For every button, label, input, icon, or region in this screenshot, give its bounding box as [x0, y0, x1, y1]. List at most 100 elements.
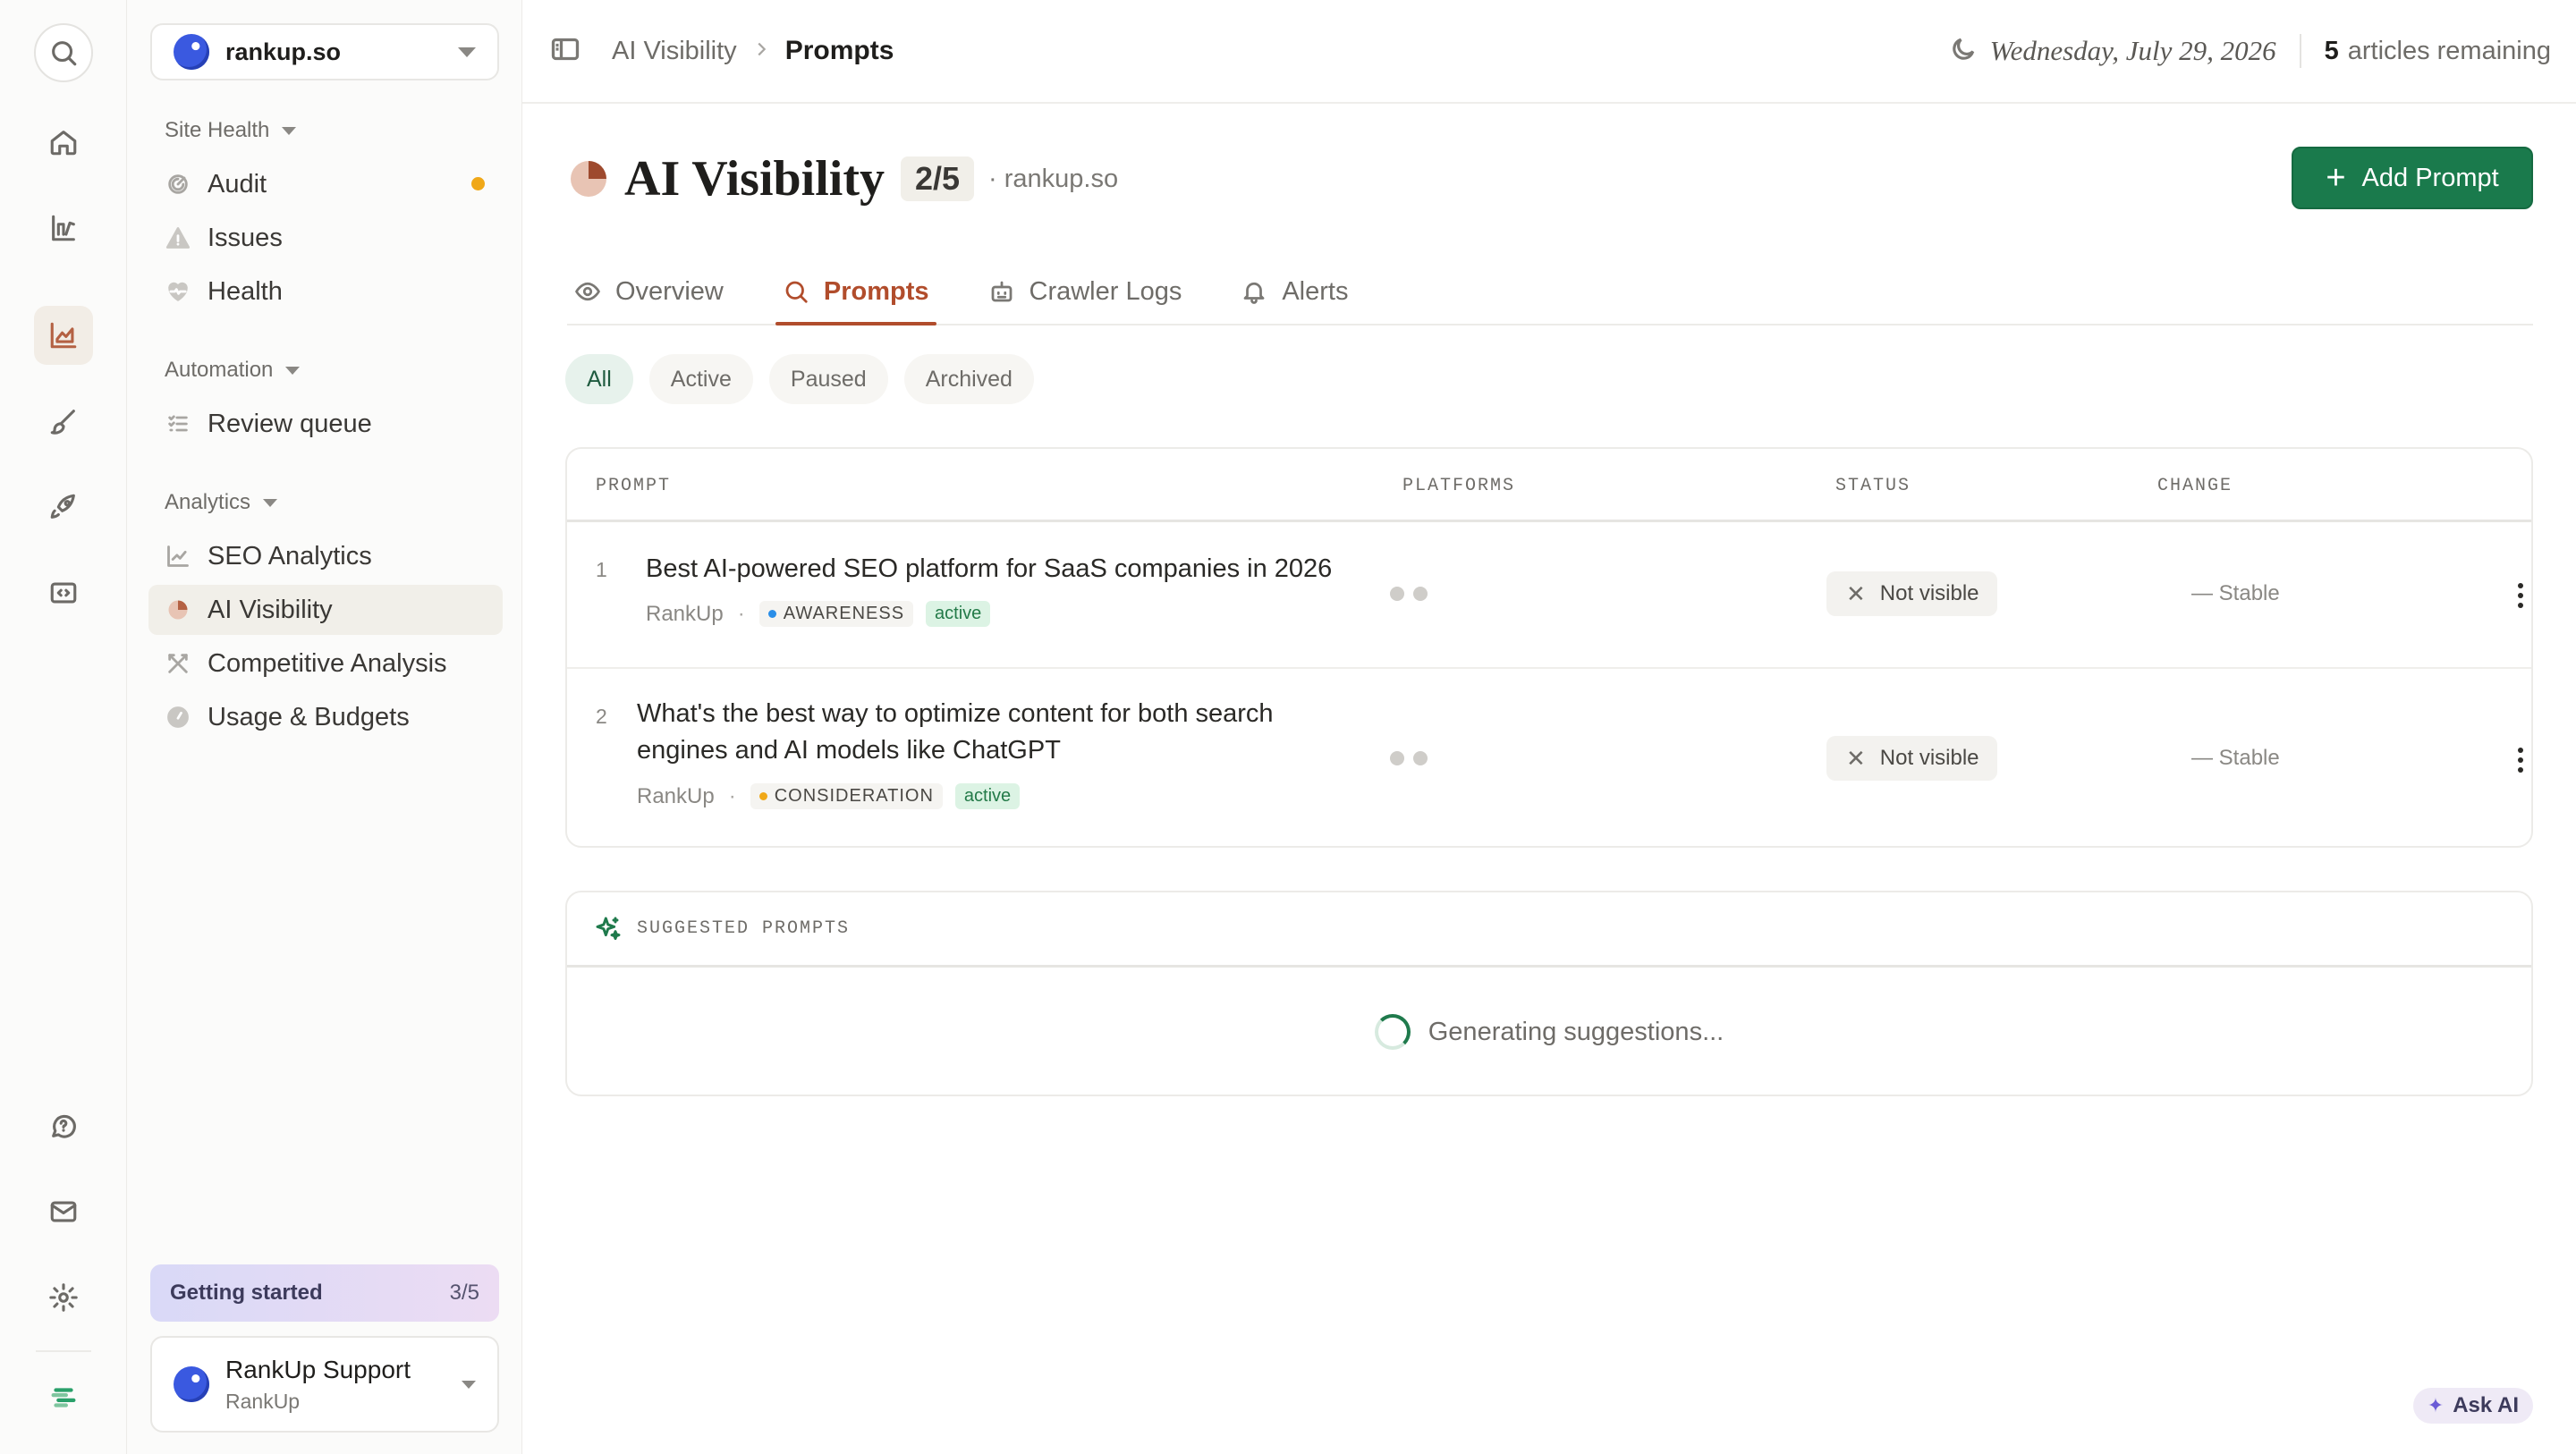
rail-editor-button[interactable]	[34, 392, 93, 451]
brush-icon	[50, 410, 75, 435]
separator: ·	[728, 783, 736, 808]
brand-logo[interactable]	[34, 1368, 93, 1427]
prompts-table: PROMPT PLATFORMS STATUS CHANGE 1 Best AI…	[565, 447, 2533, 848]
prompt-meta: RankUp · CONSIDERATION active	[637, 783, 1021, 809]
funnel-stage-badge: AWARENESS	[758, 601, 914, 627]
add-prompt-button[interactable]: + Add Prompt	[2292, 147, 2533, 209]
sidebar-item-issues[interactable]: Issues	[148, 213, 503, 263]
page-domain: · rankup.so	[988, 164, 1119, 193]
current-date: Wednesday, July 29, 2026	[1989, 35, 2276, 66]
sparkles-icon	[596, 917, 621, 940]
loading-text: Generating suggestions...	[1428, 1017, 1724, 1046]
tab-crawler-logs[interactable]: Crawler Logs	[981, 259, 1190, 324]
group-label: Site Health	[165, 118, 270, 142]
tab-label: Prompts	[823, 276, 929, 306]
getting-started-progress: 3/5	[449, 1281, 479, 1305]
topbar-right: Wednesday, July 29, 2026 5 articles remai…	[1949, 34, 2551, 68]
filter-all[interactable]: All	[565, 354, 633, 404]
table-row[interactable]: 2 What's the best way to optimize conten…	[567, 667, 2531, 846]
sidebar-item-review-queue[interactable]: Review queue	[148, 399, 503, 449]
group-automation-toggle[interactable]: Automation	[165, 358, 301, 383]
chevron-down-icon	[282, 126, 297, 135]
tab-alerts[interactable]: Alerts	[1233, 259, 1355, 324]
group-analytics-toggle[interactable]: Analytics	[165, 490, 278, 515]
main-content: AI Visibility Prompts Wednesday, July 29…	[522, 0, 2576, 1454]
platform-dot	[1390, 751, 1404, 765]
status-filter: All Active Paused Archived	[565, 354, 1050, 404]
table-row[interactable]: 1 Best AI-powered SEO platform for SaaS …	[567, 524, 2531, 667]
sidebar-item-audit[interactable]: Audit	[148, 159, 503, 209]
sidebar-item-ai-visibility[interactable]: AI Visibility	[148, 585, 503, 635]
bell-icon	[1243, 282, 1265, 304]
gear-icon	[49, 1283, 78, 1312]
sidebar-item-seo-analytics[interactable]: SEO Analytics	[148, 531, 503, 581]
group-label: Automation	[165, 358, 274, 382]
getting-started-button[interactable]: Getting started 3/5	[150, 1264, 499, 1322]
code-window-icon	[50, 582, 77, 604]
moon-icon	[1949, 35, 1978, 68]
row-number: 2	[596, 705, 607, 728]
breadcrumb-ai-visibility[interactable]: AI Visibility	[612, 37, 737, 66]
sparkle-icon: ✦	[2427, 1394, 2445, 1416]
filter-archived[interactable]: Archived	[903, 354, 1034, 404]
suggested-prompts-header: SUGGESTED PROMPTS	[567, 892, 2531, 968]
rail-embed-button[interactable]	[34, 563, 93, 622]
toggle-sidebar-button[interactable]	[549, 33, 581, 70]
sidebar-item-health[interactable]: Health	[148, 266, 503, 317]
sidebar-item-competitive-analysis[interactable]: Competitive Analysis	[148, 638, 503, 689]
rail-mail-button[interactable]	[34, 1182, 93, 1241]
account-avatar	[174, 1366, 209, 1402]
account-switcher[interactable]: RankUp Support RankUp	[150, 1336, 499, 1433]
column-header-change[interactable]: CHANGE	[2157, 476, 2233, 496]
column-header-prompt[interactable]: PROMPT	[596, 476, 671, 496]
sidebar-item-label: Competitive Analysis	[208, 648, 447, 678]
sidebar-item-label: Usage & Budgets	[208, 702, 410, 731]
prompt-text[interactable]: What's the best way to optimize content …	[637, 696, 1370, 769]
sidebar-item-usage-budgets[interactable]: Usage & Budgets	[148, 692, 503, 742]
row-menu-button[interactable]	[2517, 748, 2524, 777]
column-header-status[interactable]: STATUS	[1835, 476, 1911, 496]
filter-paused[interactable]: Paused	[768, 354, 888, 404]
rail-library-button[interactable]	[34, 199, 93, 258]
filter-active[interactable]: Active	[648, 354, 753, 404]
prompt-text[interactable]: Best AI-powered SEO platform for SaaS co…	[646, 551, 1361, 588]
status-label: Not visible	[1879, 746, 1979, 770]
prompt-brand: RankUp	[646, 601, 724, 626]
rail-launch-button[interactable]	[34, 478, 93, 537]
rail-home-button[interactable]	[34, 113, 93, 172]
account-info: RankUp Support RankUp	[225, 1356, 449, 1414]
platform-dot	[1390, 587, 1404, 601]
pie-chart-icon	[165, 596, 191, 623]
account-org: RankUp	[225, 1389, 301, 1413]
prompt-meta: RankUp · AWARENESS active	[646, 601, 991, 627]
tab-prompts[interactable]: Prompts	[775, 259, 936, 325]
stage-dot	[758, 792, 767, 800]
status-badge: ✕ Not visible	[1826, 736, 1997, 781]
audit-icon	[165, 171, 191, 198]
site-selector[interactable]: rankup.so	[150, 23, 499, 80]
articles-label: articles remaining	[2347, 36, 2551, 65]
sidebar-item-label: AI Visibility	[208, 595, 333, 624]
rail-chat-button[interactable]	[34, 1096, 93, 1155]
ask-ai-button[interactable]: ✦ Ask AI	[2412, 1388, 2533, 1424]
rail-settings-button[interactable]	[34, 1268, 93, 1327]
warning-dot	[471, 177, 485, 190]
divider	[2299, 34, 2301, 68]
sidebar-item-label: Issues	[208, 223, 283, 252]
change-value: — Stable	[2191, 746, 2280, 770]
breadcrumb-current: Prompts	[784, 36, 894, 65]
mail-icon	[50, 1201, 77, 1222]
rankup-logo-icon	[51, 1388, 76, 1408]
warning-triangle-icon	[165, 224, 191, 251]
rail-analytics-button[interactable]	[34, 306, 93, 365]
group-site-health-toggle[interactable]: Site Health	[165, 118, 297, 143]
row-menu-button[interactable]	[2517, 583, 2524, 613]
group-label: Analytics	[165, 490, 251, 514]
rail-search-button[interactable]	[34, 23, 93, 82]
tab-label: Overview	[615, 276, 724, 306]
tab-overview[interactable]: Overview	[567, 259, 731, 324]
page-title: AI Visibility	[624, 151, 885, 207]
add-prompt-label: Add Prompt	[2361, 163, 2499, 192]
home-icon	[50, 131, 77, 156]
column-header-platforms[interactable]: PLATFORMS	[1402, 476, 1515, 496]
